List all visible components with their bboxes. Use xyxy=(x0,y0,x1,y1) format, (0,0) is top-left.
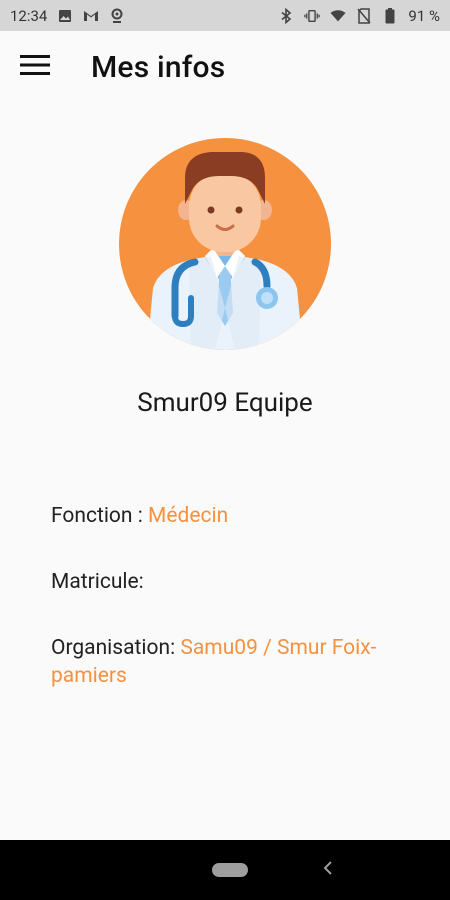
status-right: 91 % xyxy=(278,7,440,25)
matricule-label: Matricule: xyxy=(51,570,144,594)
doctor-avatar-icon xyxy=(119,138,331,350)
status-left: 12:34 xyxy=(10,7,125,25)
status-bar: 12:34 91 % xyxy=(0,0,450,31)
hamburger-menu-icon xyxy=(20,54,50,80)
menu-button[interactable] xyxy=(17,49,53,85)
system-nav-bar xyxy=(0,840,450,900)
fonction-row: Fonction : Médecin xyxy=(51,502,411,530)
back-chevron-icon xyxy=(323,860,333,880)
battery-percent: 91 % xyxy=(408,6,440,25)
fonction-label: Fonction : xyxy=(51,504,149,528)
battery-icon xyxy=(382,7,398,24)
home-pill-icon[interactable] xyxy=(212,863,248,877)
wifi-icon xyxy=(330,8,346,24)
location-icon xyxy=(109,8,125,24)
gmail-icon xyxy=(83,8,99,24)
user-name: Smur09 Equipe xyxy=(137,388,313,418)
image-icon xyxy=(57,8,73,24)
back-button[interactable] xyxy=(318,858,338,882)
page-title: Mes infos xyxy=(91,49,226,85)
organisation-row: Organisation: Samu09 / Smur Foix-pamiers xyxy=(51,634,396,690)
vibrate-icon xyxy=(304,8,321,24)
no-sim-icon xyxy=(356,7,372,24)
status-time: 12:34 xyxy=(10,6,48,25)
app-bar: Mes infos xyxy=(0,31,450,103)
matricule-row: Matricule: xyxy=(51,568,411,596)
organisation-label: Organisation: xyxy=(51,636,181,660)
fonction-value: Médecin xyxy=(148,504,229,528)
bluetooth-icon xyxy=(278,7,294,24)
